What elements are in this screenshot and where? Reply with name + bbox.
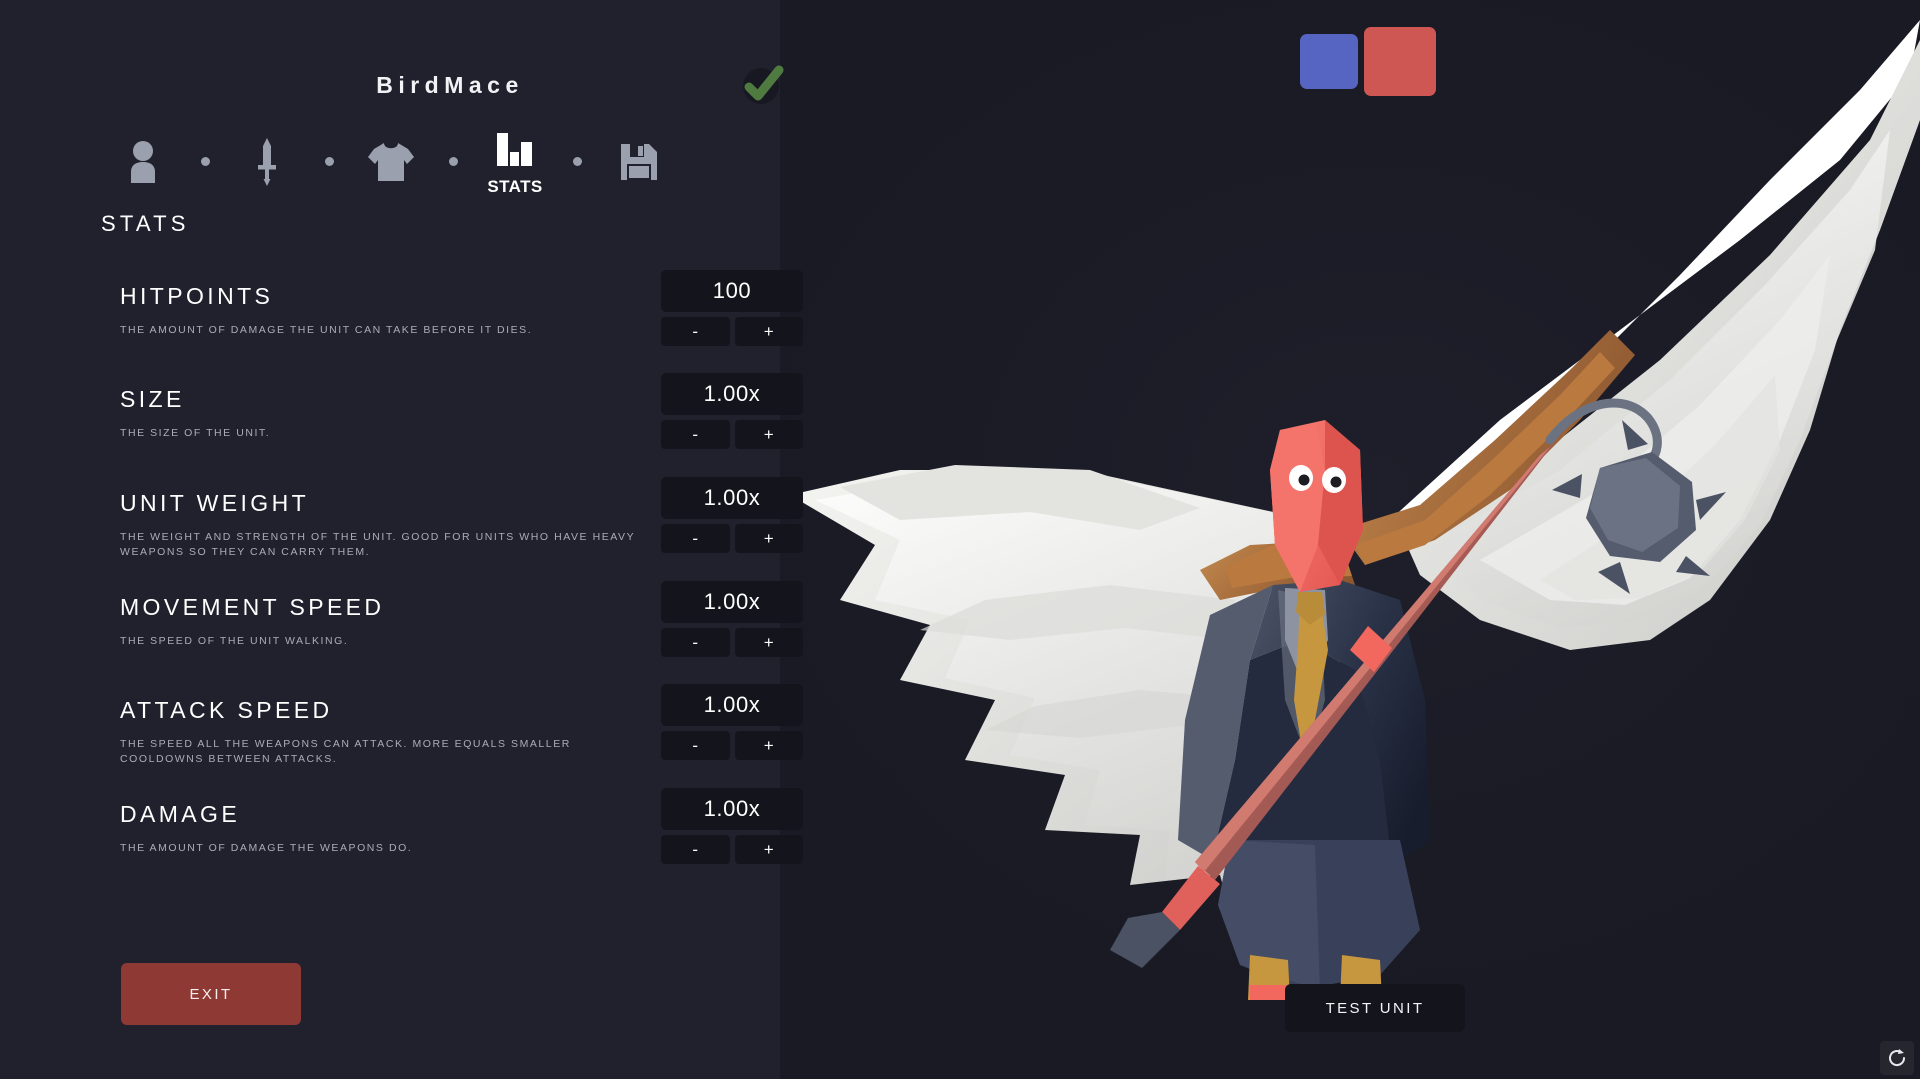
stat-label: DAMAGE	[120, 801, 241, 827]
unit-preview-area	[780, 0, 1920, 1079]
stat-description: THE SIZE OF THE UNIT.	[120, 427, 271, 439]
refresh-button[interactable]	[1880, 1041, 1914, 1075]
team-color-red[interactable]	[1364, 27, 1436, 96]
stat-value[interactable]: 100	[661, 270, 803, 312]
decrement-button[interactable]: -	[661, 628, 730, 657]
stat-label: HITPOINTS	[120, 283, 274, 309]
decrement-button[interactable]: -	[661, 524, 730, 553]
stat-value[interactable]: 1.00x	[661, 477, 803, 519]
stat-value[interactable]: 1.00x	[661, 788, 803, 830]
increment-button[interactable]: +	[734, 628, 803, 657]
team-color-selector[interactable]	[1300, 27, 1436, 96]
confirm-name-button[interactable]	[736, 60, 792, 110]
stat-label: SIZE	[120, 386, 185, 412]
decrement-button[interactable]: -	[661, 420, 730, 449]
stat-label: ATTACK SPEED	[120, 697, 333, 723]
stat-description: THE AMOUNT OF DAMAGE THE UNIT CAN TAKE B…	[120, 324, 533, 336]
stat-label: MOVEMENT SPEED	[120, 594, 385, 620]
unit-header: BirdMace	[0, 0, 800, 210]
stat-value[interactable]: 1.00x	[661, 684, 803, 726]
refresh-icon	[1889, 1049, 1906, 1067]
stat-value[interactable]: 1.00x	[661, 581, 803, 623]
unit-creator-screen: BirdMace STATS STATS HITPOINTS THE AMOUN…	[0, 0, 1920, 1079]
increment-button[interactable]: +	[734, 524, 803, 553]
increment-button[interactable]: +	[734, 420, 803, 449]
decrement-button[interactable]: -	[661, 731, 730, 760]
stat-label: UNIT WEIGHT	[120, 490, 310, 516]
test-unit-button[interactable]: TEST UNIT	[1285, 984, 1465, 1032]
increment-button[interactable]: +	[734, 317, 803, 346]
exit-button[interactable]: EXIT	[121, 963, 301, 1025]
stat-description: THE AMOUNT OF DAMAGE THE WEAPONS DO.	[120, 842, 413, 854]
increment-button[interactable]: +	[734, 731, 803, 760]
decrement-button[interactable]: -	[661, 317, 730, 346]
decrement-button[interactable]: -	[661, 835, 730, 864]
stat-description: THE WEIGHT AND STRENGTH OF THE UNIT. GOO…	[120, 531, 635, 558]
winged-unit-model	[790, 20, 1920, 1000]
increment-button[interactable]: +	[734, 835, 803, 864]
stat-description: THE SPEED OF THE UNIT WALKING.	[120, 635, 349, 647]
team-color-blue[interactable]	[1300, 34, 1358, 89]
check-icon	[743, 65, 784, 104]
stat-description: THE SPEED ALL THE WEAPONS CAN ATTACK. MO…	[120, 738, 571, 765]
page-title: STATS	[101, 211, 190, 236]
stat-value[interactable]: 1.00x	[661, 373, 803, 415]
